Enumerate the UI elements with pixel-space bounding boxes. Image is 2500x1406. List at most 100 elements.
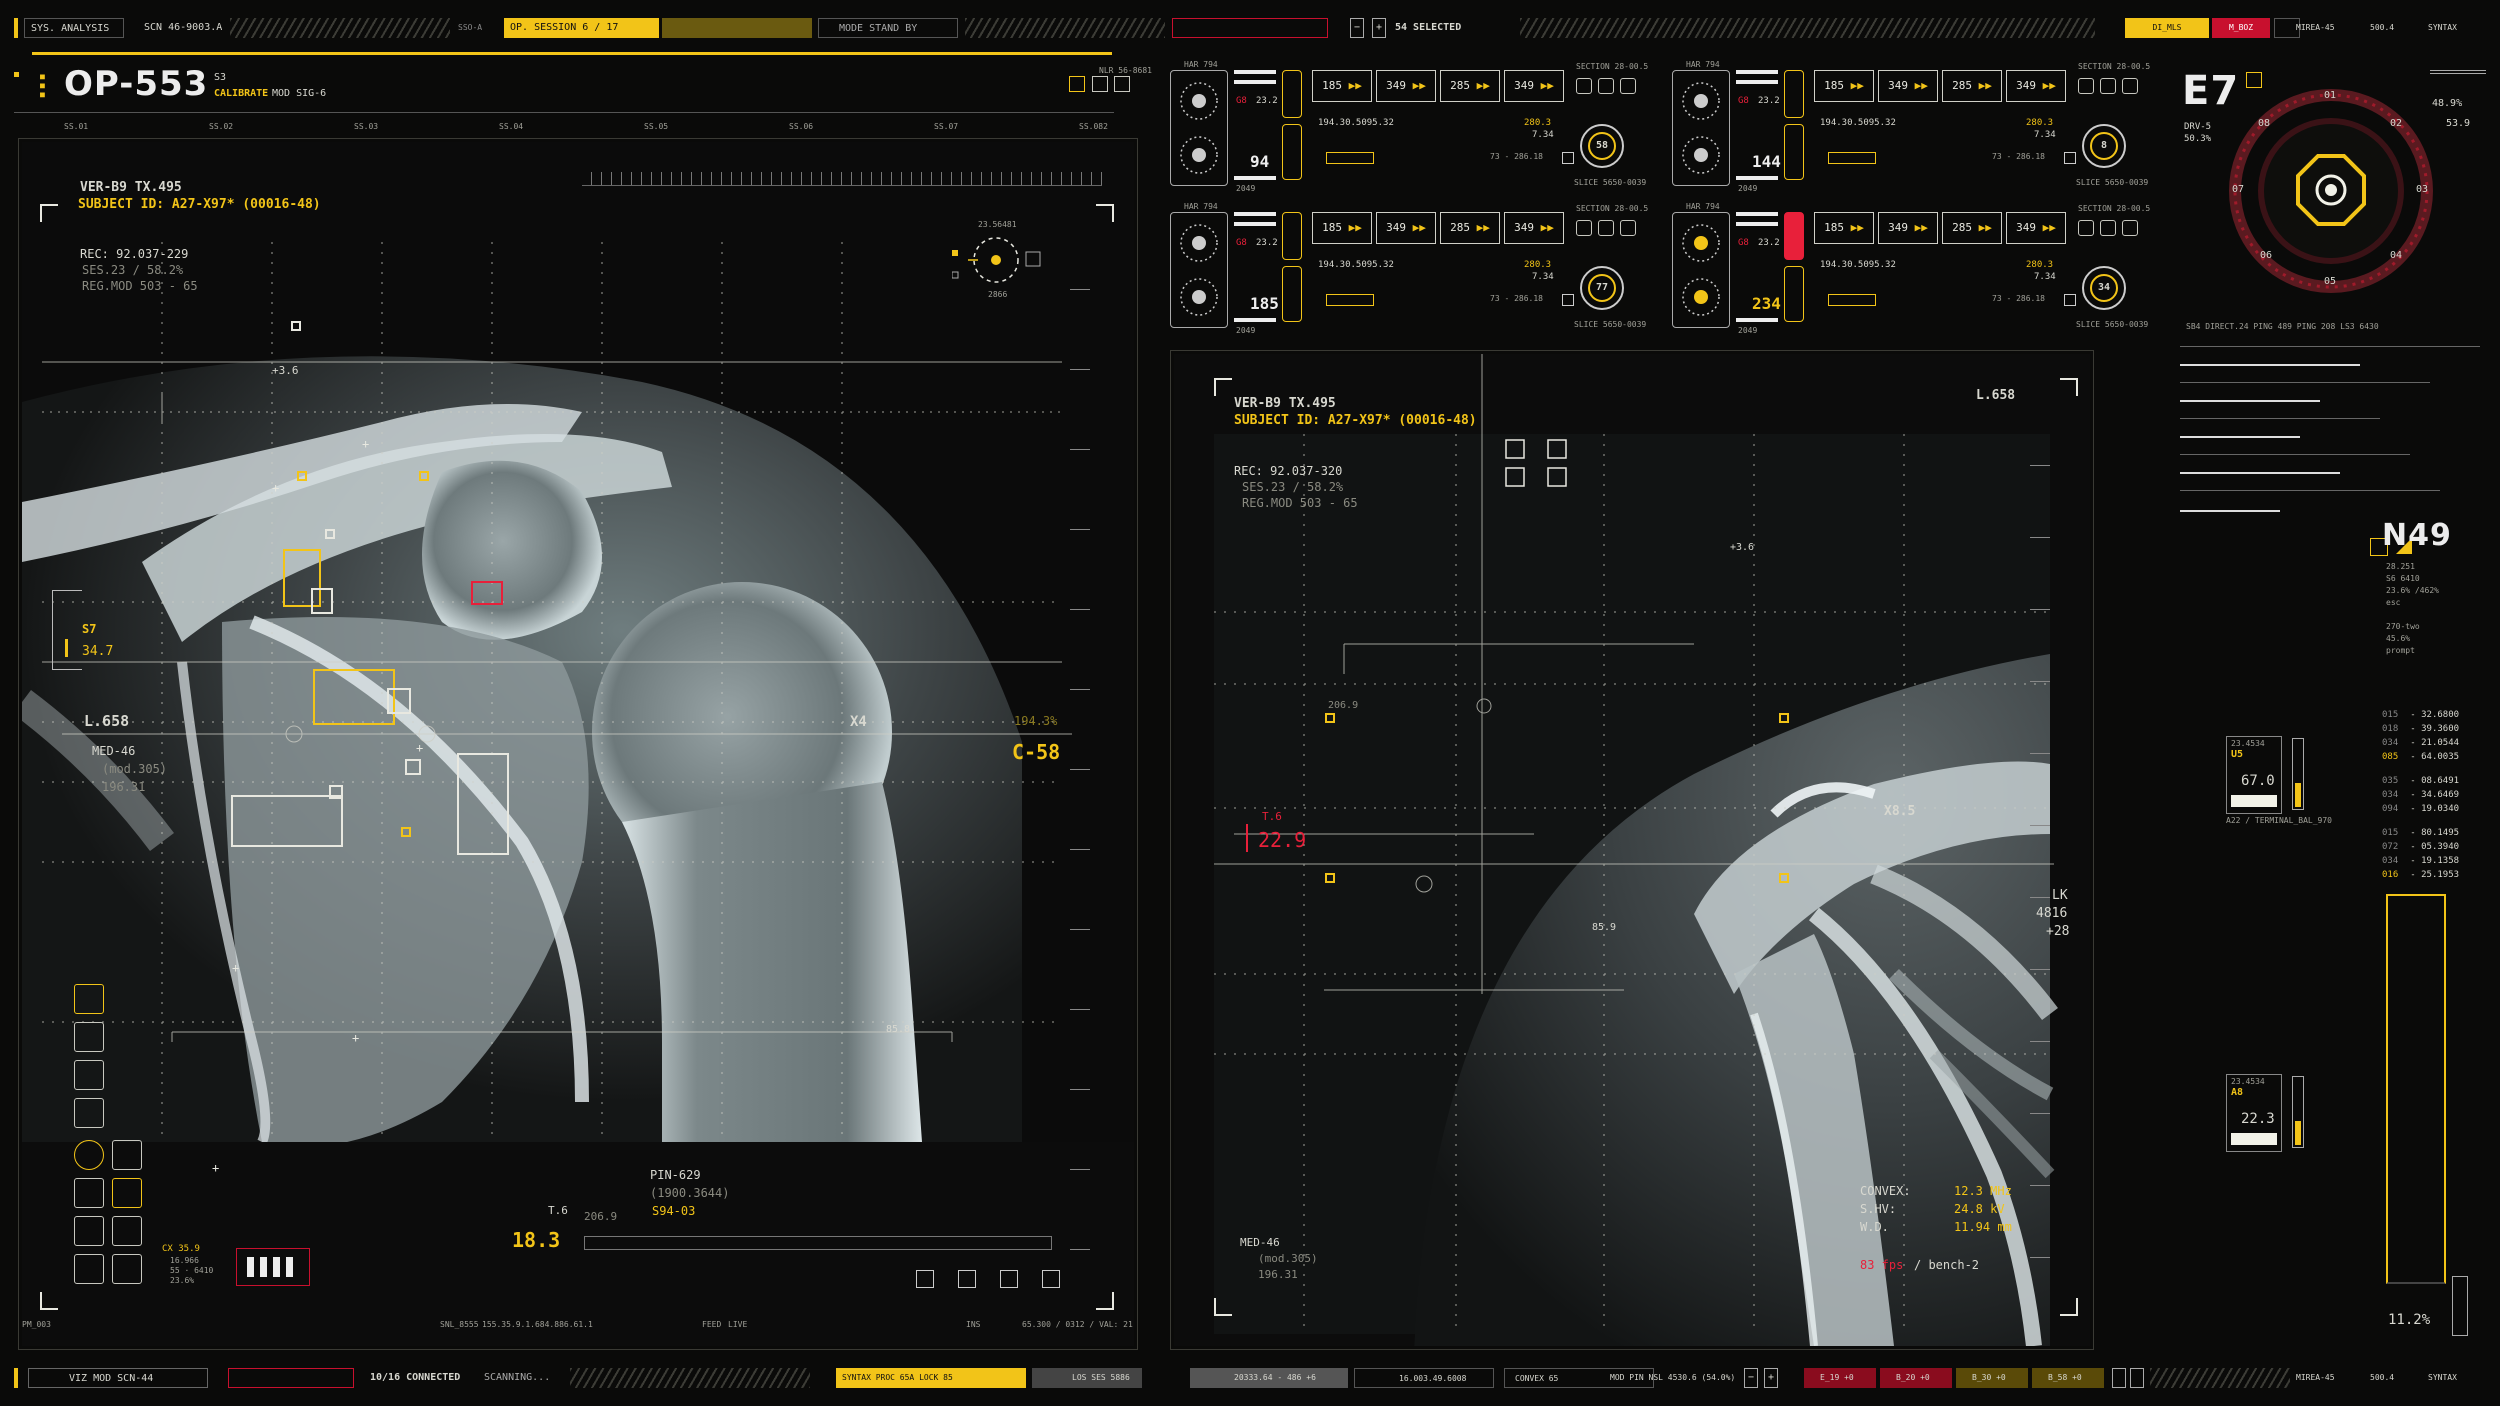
scan-tile[interactable]: 349 ▶▶: [1376, 70, 1436, 102]
expand-icon-3[interactable]: [1000, 1270, 1018, 1288]
u5-gauge[interactable]: 23.4534 U5 67.0: [2226, 736, 2282, 814]
module-yellow-bar[interactable]: [1828, 294, 1876, 306]
header-icon-3[interactable]: [1114, 76, 1130, 92]
scan-tile[interactable]: 349 ▶▶: [2006, 212, 2066, 244]
scan-module[interactable]: HAR 794 G8 23.2 185 2049 185 ▶▶ 349 ▶▶ 285…: [1170, 202, 1648, 335]
module-range: 73 - 286.18: [1490, 294, 1543, 303]
expand-icon-1[interactable]: [916, 1270, 934, 1288]
module-btn-1[interactable]: [1576, 220, 1592, 236]
chip-e19[interactable]: E_19 +0: [1804, 1368, 1876, 1388]
scan-tile[interactable]: 349 ▶▶: [1878, 70, 1938, 102]
scan-module[interactable]: HAR 794 G8 23.2 94 2049 185 ▶▶ 349 ▶▶ 285 …: [1170, 60, 1648, 193]
barcode-button[interactable]: [236, 1248, 310, 1286]
bottom-minus[interactable]: −: [1744, 1368, 1758, 1388]
module-add-icon[interactable]: [1562, 294, 1574, 306]
module-btn-3[interactable]: [2122, 220, 2138, 236]
viz-mod-label[interactable]: VIZ MOD SCN-44: [28, 1368, 208, 1388]
progress-track[interactable]: [584, 1236, 1052, 1250]
scan-tile[interactable]: 185 ▶▶: [1814, 212, 1874, 244]
scan-tile[interactable]: 349 ▶▶: [1504, 212, 1564, 244]
bench-label: / bench-2: [1914, 1258, 1980, 1272]
module-add-icon[interactable]: [1562, 152, 1574, 164]
calibrate-label[interactable]: CALIBRATE: [214, 88, 268, 100]
scan-tile[interactable]: 185 ▶▶: [1312, 70, 1372, 102]
scan-tile[interactable]: 349 ▶▶: [1504, 70, 1564, 102]
module-add-icon[interactable]: [2064, 152, 2076, 164]
level-scrollbar[interactable]: [2452, 1276, 2468, 1336]
module-btn-2[interactable]: [1598, 220, 1614, 236]
bottom-alert: [228, 1368, 354, 1388]
module-btn-3[interactable]: [1620, 78, 1636, 94]
module-circle-gauge[interactable]: 34: [2082, 266, 2126, 310]
module-btn-2[interactable]: [2100, 220, 2116, 236]
dial-gauge[interactable]: 01 02 03 04 05 06 07 08: [2226, 86, 2436, 296]
module-yellow-bar[interactable]: [1828, 152, 1876, 164]
plus-button[interactable]: +: [1372, 18, 1386, 38]
module-circle-gauge[interactable]: 58: [1580, 124, 1624, 168]
c58-label: C-58: [1012, 740, 1061, 764]
module-circle-gauge[interactable]: 77: [1580, 266, 1624, 310]
minus-button[interactable]: −: [1350, 18, 1364, 38]
reading-value: - 39.3600: [2410, 724, 2460, 734]
chip-b30[interactable]: B_30 +0: [1956, 1368, 2028, 1388]
module-btn-1[interactable]: [2078, 78, 2094, 94]
graph-tool-icon[interactable]: [112, 1216, 142, 1246]
play-forward-icon: ▶▶: [1470, 221, 1490, 234]
expand-icon-2[interactable]: [958, 1270, 976, 1288]
skew-tool-icon[interactable]: [74, 1098, 104, 1128]
reticle-widget[interactable]: 23.56481 2866: [951, 220, 1042, 306]
cx-val-3: 23.6%: [170, 1276, 195, 1285]
chip-red[interactable]: M_BOZ: [2212, 18, 2270, 38]
module-btn-2[interactable]: [2100, 78, 2116, 94]
module-btn-1[interactable]: [2078, 220, 2094, 236]
eye-tool-icon[interactable]: [74, 1178, 104, 1208]
u5-slider[interactable]: [2292, 738, 2304, 810]
chip-yellow[interactable]: DI_MLS: [2125, 18, 2209, 38]
lens-tool-icon[interactable]: [74, 1022, 104, 1052]
scan-tile[interactable]: 349 ▶▶: [2006, 70, 2066, 102]
header-icon-2[interactable]: [1092, 76, 1108, 92]
tile-value: 349: [2016, 79, 2036, 92]
module-btn-2[interactable]: [1598, 78, 1614, 94]
header-yellow-icon[interactable]: [1069, 76, 1085, 92]
ellipse-tool-icon[interactable]: [74, 1216, 104, 1246]
module-yellow-bar[interactable]: [1326, 152, 1374, 164]
module-yellow-bar[interactable]: [1326, 294, 1374, 306]
scan-tile[interactable]: 285 ▶▶: [1942, 212, 2002, 244]
wave-tool-icon[interactable]: [112, 1140, 142, 1170]
sys-analysis-label[interactable]: SYS. ANALYSIS: [24, 18, 124, 38]
module-circle-gauge[interactable]: 8: [2082, 124, 2126, 168]
angle-tool-icon[interactable]: [112, 1178, 142, 1208]
a8-slider[interactable]: [2292, 1076, 2304, 1148]
bars-tool-icon[interactable]: [112, 1254, 142, 1284]
module-v280: 280.3: [1524, 118, 1552, 128]
expand-icon-4[interactable]: [1042, 1270, 1060, 1288]
page-tool-icon[interactable]: [74, 1060, 104, 1090]
chip-b20[interactable]: B_20 +0: [1880, 1368, 1952, 1388]
scan-tile[interactable]: 285 ▶▶: [1440, 212, 1500, 244]
scan-tile[interactable]: 285 ▶▶: [1440, 70, 1500, 102]
play-forward-icon: ▶▶: [1908, 79, 1928, 92]
scan-tile[interactable]: 349 ▶▶: [1878, 212, 1938, 244]
scan-tile[interactable]: 349 ▶▶: [1376, 212, 1436, 244]
scan-tile[interactable]: 185 ▶▶: [1814, 70, 1874, 102]
scan-tile[interactable]: 185 ▶▶: [1312, 212, 1372, 244]
scan-tile[interactable]: 285 ▶▶: [1942, 70, 2002, 102]
a8-gauge[interactable]: 23.4534 A8 22.3: [2226, 1074, 2282, 1152]
circle-tool-icon[interactable]: [74, 1140, 104, 1170]
module-btn-3[interactable]: [2122, 78, 2138, 94]
module-add-icon[interactable]: [2064, 294, 2076, 306]
right-x85-label: X8.5: [1884, 804, 1916, 819]
leaf-tool-icon[interactable]: [74, 1254, 104, 1284]
scan-module[interactable]: HAR 794 G8 23.2 234 2049 185 ▶▶ 349 ▶▶ 285…: [1672, 202, 2150, 335]
right-xray-viewport[interactable]: VER-B9 TX.495 SUBJECT ID: A27-X97* (0001…: [1174, 354, 2090, 1346]
reading-value: - 34.6469: [2410, 790, 2460, 800]
left-xray-viewport[interactable]: + + + + + + VER-B9 TX.495 SUBJECT ID: A27-X9…: [22, 142, 1134, 1346]
bottom-plus[interactable]: +: [1764, 1368, 1778, 1388]
crop-tool-icon[interactable]: [74, 984, 104, 1014]
module-btn-3[interactable]: [1620, 220, 1636, 236]
chip-b58[interactable]: B_58 +0: [2032, 1368, 2104, 1388]
reading-key: 034: [2382, 738, 2399, 748]
module-btn-1[interactable]: [1576, 78, 1592, 94]
scan-module[interactable]: HAR 794 G8 23.2 144 2049 185 ▶▶ 349 ▶▶ 285…: [1672, 60, 2150, 193]
